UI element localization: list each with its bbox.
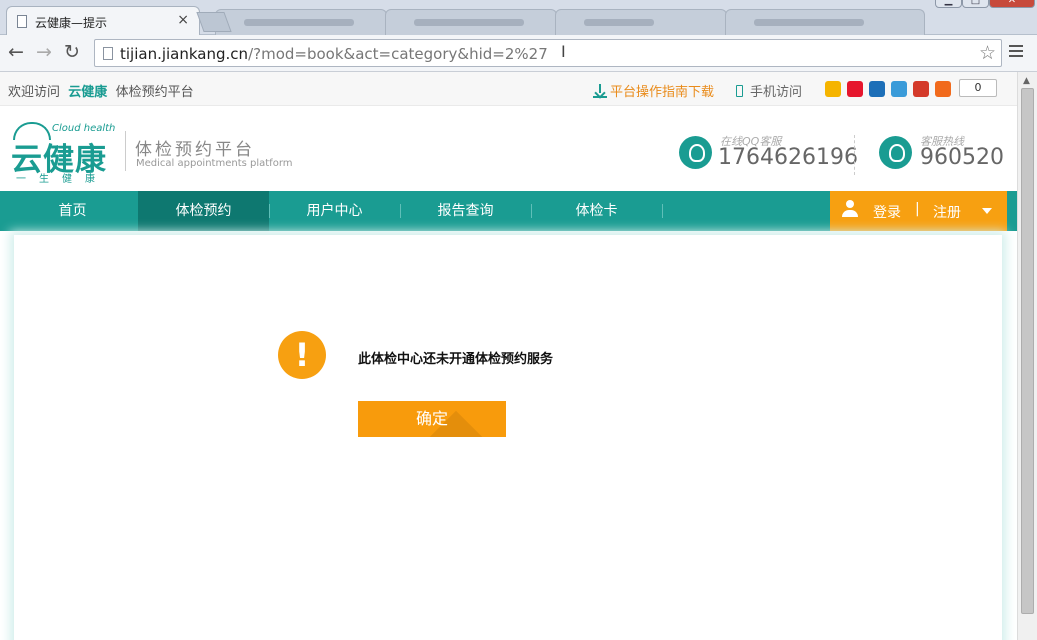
tab-title-blurred bbox=[414, 19, 524, 26]
login-register-box: 登录 | 注册 bbox=[830, 191, 1007, 231]
mobile-access-link[interactable]: 手机访问 bbox=[736, 81, 802, 100]
register-link[interactable]: 注册 bbox=[933, 202, 961, 222]
text-cursor-icon: I bbox=[561, 42, 566, 61]
confirm-button[interactable]: 确定 bbox=[358, 401, 506, 437]
nav-item-booking[interactable]: 体检预约 bbox=[138, 191, 269, 231]
more-share-icon[interactable] bbox=[935, 81, 951, 97]
url-host: tijian.jiankang.cn bbox=[120, 45, 249, 63]
platform-title: 体检预约平台 bbox=[135, 140, 255, 160]
nav-divider bbox=[662, 204, 663, 218]
confirm-button-label: 确定 bbox=[415, 409, 448, 428]
window-close-button[interactable]: ✕ bbox=[989, 0, 1035, 8]
nav-item-report[interactable]: 报告查询 bbox=[400, 191, 531, 231]
main-nav: 首页 体检预约 用户中心 报告查询 体检卡 登录 | 注册 bbox=[0, 191, 1017, 231]
window-maximize-button[interactable]: □ bbox=[962, 0, 989, 8]
browser-tab[interactable] bbox=[555, 9, 727, 35]
welcome-text: 欢迎访问 云健康 体检预约平台 bbox=[8, 81, 194, 100]
scrollbar-thumb[interactable] bbox=[1021, 88, 1034, 614]
phone-icon bbox=[879, 136, 912, 169]
tab-title-blurred bbox=[754, 19, 864, 26]
nav-item-home[interactable]: 首页 bbox=[7, 191, 138, 231]
forward-button[interactable]: → bbox=[36, 42, 52, 62]
alert-panel: ! 此体检中心还未开通体检预约服务 确定 bbox=[14, 235, 1002, 640]
address-bar[interactable]: tijian.jiankang.cn/?mod=book&act=categor… bbox=[94, 39, 1002, 67]
hotline-number: 960520 bbox=[920, 145, 1004, 170]
mobile-phone-icon bbox=[736, 85, 743, 97]
tencent-weibo-icon[interactable] bbox=[891, 81, 907, 97]
guide-download-label: 平台操作指南下载 bbox=[610, 85, 715, 100]
browser-tab[interactable] bbox=[725, 9, 925, 35]
baidu-icon[interactable] bbox=[913, 81, 929, 97]
window-minimize-button[interactable]: ▁ bbox=[935, 0, 962, 8]
page-icon bbox=[103, 47, 113, 60]
site-header: Cloud health 云健康 一生健康 体检预约平台 Medical app… bbox=[0, 107, 1017, 191]
welcome-brand[interactable]: 云健康 bbox=[68, 85, 107, 100]
logo-divider bbox=[125, 131, 126, 171]
qzone-icon[interactable] bbox=[825, 81, 841, 97]
back-button[interactable]: ← bbox=[8, 42, 24, 62]
login-separator: | bbox=[915, 201, 920, 217]
logo-slogan: 一生健康 bbox=[16, 174, 108, 185]
welcome-suffix: 体检预约平台 bbox=[115, 85, 194, 100]
nav-item-user-center[interactable]: 用户中心 bbox=[269, 191, 400, 231]
tab-title-blurred bbox=[244, 19, 354, 26]
tab-title: 云健康—提示 bbox=[35, 16, 108, 30]
nav-item-card[interactable]: 体检卡 bbox=[531, 191, 662, 231]
browser-tab[interactable] bbox=[215, 9, 387, 35]
url-text[interactable]: tijian.jiankang.cn/?mod=book&act=categor… bbox=[120, 45, 548, 63]
url-path: /?mod=book&act=category&hid=2%27 bbox=[248, 45, 548, 63]
weibo-icon[interactable] bbox=[847, 81, 863, 97]
logo-en-text: Cloud health bbox=[52, 123, 116, 134]
scroll-up-arrow-icon[interactable]: ▲ bbox=[1023, 76, 1030, 86]
download-icon bbox=[593, 84, 607, 98]
bookmark-star-icon[interactable]: ☆ bbox=[979, 42, 996, 64]
mobile-access-label: 手机访问 bbox=[750, 85, 803, 100]
guide-download-link[interactable]: 平台操作指南下载 bbox=[593, 81, 714, 100]
qq-icon[interactable] bbox=[679, 136, 712, 169]
tab-close-icon[interactable]: × bbox=[177, 12, 189, 28]
platform-subtitle: Medical appointments platform bbox=[136, 158, 293, 169]
login-link[interactable]: 登录 bbox=[873, 202, 901, 222]
renren-icon[interactable] bbox=[869, 81, 885, 97]
user-icon bbox=[842, 200, 858, 218]
alert-message: 此体检中心还未开通体检预约服务 bbox=[358, 352, 554, 367]
share-count[interactable]: 0 bbox=[959, 79, 997, 97]
contact-divider bbox=[854, 135, 855, 175]
page-scrollbar[interactable]: ▲ bbox=[1017, 72, 1037, 640]
warning-icon: ! bbox=[278, 331, 326, 379]
browser-tabstrip: 云健康—提示 × ▁ □ ✕ bbox=[0, 0, 1037, 36]
page-icon bbox=[17, 15, 27, 28]
tab-title-blurred bbox=[584, 19, 654, 26]
qq-number: 1764626196 bbox=[718, 145, 858, 170]
welcome-prefix: 欢迎访问 bbox=[8, 85, 61, 100]
browser-tab-active[interactable]: 云健康—提示 × bbox=[6, 6, 200, 36]
browser-toolbar: ← → ↻ tijian.jiankang.cn/?mod=book&act=c… bbox=[0, 35, 1037, 72]
browser-menu-icon[interactable] bbox=[1009, 45, 1023, 60]
chevron-down-icon[interactable] bbox=[982, 208, 992, 214]
top-info-bar: 欢迎访问 云健康 体检预约平台 平台操作指南下载 手机访问 0 bbox=[0, 72, 1017, 106]
reload-button[interactable]: ↻ bbox=[64, 42, 80, 62]
browser-tab[interactable] bbox=[385, 9, 557, 35]
page: 欢迎访问 云健康 体检预约平台 平台操作指南下载 手机访问 0 Cloud he… bbox=[0, 72, 1017, 640]
